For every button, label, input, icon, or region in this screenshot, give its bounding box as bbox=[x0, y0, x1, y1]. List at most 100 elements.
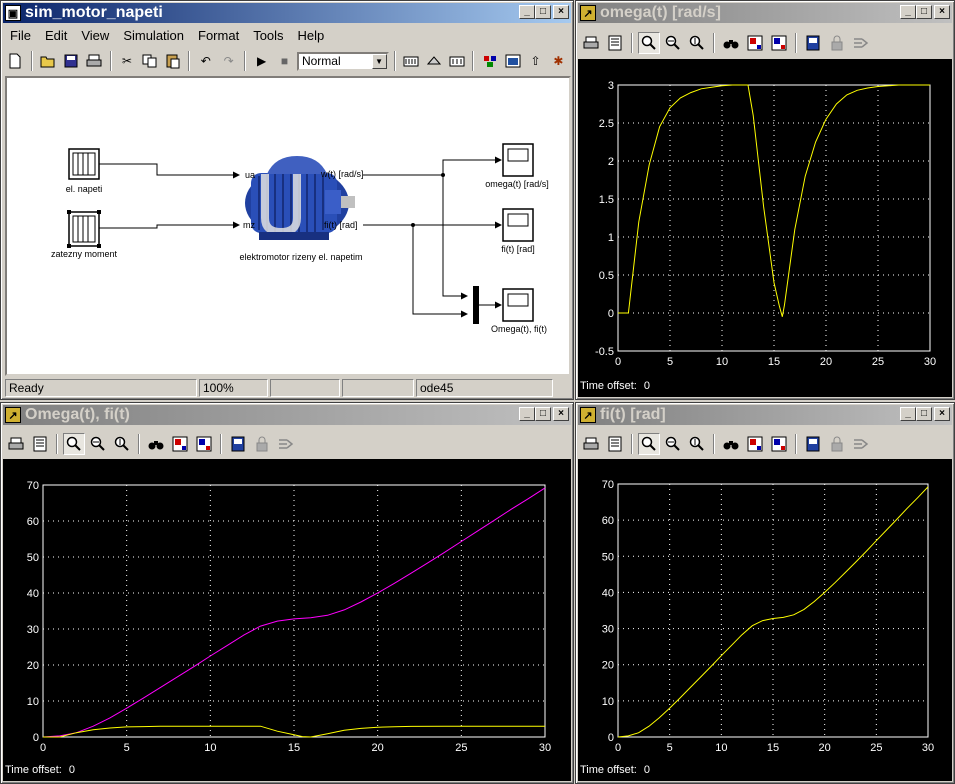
parameters-icon[interactable] bbox=[604, 32, 626, 54]
y-tick-label: 2.5 bbox=[599, 118, 614, 130]
close-button[interactable]: × bbox=[553, 5, 569, 19]
start-simulation-icon[interactable]: ▶ bbox=[251, 50, 272, 72]
minimize-button[interactable]: _ bbox=[900, 5, 916, 19]
autoscale-icon[interactable] bbox=[720, 433, 742, 455]
print-icon[interactable] bbox=[5, 433, 27, 455]
lock-axes-icon[interactable] bbox=[251, 433, 273, 455]
simulation-mode-select[interactable]: Normal ▼ bbox=[296, 51, 389, 71]
zoom-x-icon[interactable] bbox=[87, 433, 109, 455]
stop-simulation-icon[interactable]: ■ bbox=[274, 50, 295, 72]
build-subsystem-icon[interactable] bbox=[446, 50, 467, 72]
lock-axes-icon[interactable] bbox=[826, 32, 848, 54]
scope-block-both[interactable] bbox=[502, 288, 534, 322]
restore-axes-icon[interactable] bbox=[768, 433, 790, 455]
undo-icon[interactable]: ↶ bbox=[195, 50, 216, 72]
menu-file[interactable]: File bbox=[3, 28, 38, 43]
minimize-button[interactable]: _ bbox=[900, 407, 916, 421]
x-tick-label: 30 bbox=[924, 356, 936, 368]
cut-icon[interactable]: ✂ bbox=[117, 50, 138, 72]
time-offset-value: 0 bbox=[643, 764, 651, 776]
menu-simulation[interactable]: Simulation bbox=[116, 28, 191, 43]
scope-omega-chart[interactable]: 0 5 10 15 20 25 30-0.500.511.522.53 bbox=[578, 59, 952, 377]
zoom-x-icon[interactable] bbox=[662, 433, 684, 455]
floating-scope-icon[interactable] bbox=[227, 433, 249, 455]
parameters-icon[interactable] bbox=[604, 433, 626, 455]
menu-edit[interactable]: Edit bbox=[38, 28, 74, 43]
close-button[interactable]: × bbox=[934, 407, 950, 421]
restore-axes-icon[interactable] bbox=[193, 433, 215, 455]
maximize-button[interactable]: □ bbox=[535, 407, 551, 421]
scope-both-chart[interactable]: 0 5 10 15 20 25 30 0 10 20 30 40 50 60 70 bbox=[3, 459, 571, 761]
print-icon[interactable] bbox=[580, 433, 602, 455]
scope-block-fi[interactable] bbox=[502, 208, 534, 242]
save-axes-icon[interactable] bbox=[169, 433, 191, 455]
open-folder-icon[interactable] bbox=[38, 50, 59, 72]
save-icon[interactable] bbox=[61, 50, 82, 72]
signal-line-voltage[interactable] bbox=[99, 163, 240, 179]
maximize-button[interactable]: □ bbox=[916, 407, 932, 421]
model-explorer-icon[interactable] bbox=[502, 50, 523, 72]
build-icon[interactable] bbox=[401, 50, 422, 72]
x-tick-label: 0 bbox=[40, 742, 46, 754]
new-model-icon[interactable] bbox=[5, 50, 26, 72]
x-tick-label: 25 bbox=[872, 356, 884, 368]
menu-format[interactable]: Format bbox=[191, 28, 246, 43]
minimize-button[interactable]: _ bbox=[519, 5, 535, 19]
close-button[interactable]: × bbox=[934, 5, 950, 19]
y-tick-label: 60 bbox=[27, 516, 39, 528]
menu-help[interactable]: Help bbox=[291, 28, 332, 43]
zoom-icon[interactable] bbox=[638, 433, 660, 455]
simulation-mode-value: Normal bbox=[301, 54, 341, 68]
library-browser-icon[interactable] bbox=[479, 50, 500, 72]
floating-scope-icon[interactable] bbox=[802, 433, 824, 455]
signal-line-omega-mux[interactable] bbox=[442, 175, 468, 300]
signal-line-omega[interactable] bbox=[363, 156, 502, 176]
signal-line-load[interactable] bbox=[99, 221, 240, 229]
paste-icon[interactable] bbox=[162, 50, 183, 72]
zoom-y-icon[interactable] bbox=[111, 433, 133, 455]
signal-selector-icon[interactable] bbox=[275, 433, 297, 455]
zoom-icon[interactable] bbox=[63, 433, 85, 455]
scope-both-titlebar[interactable]: ↗ Omega(t), fi(t) _ □ × bbox=[3, 405, 571, 425]
menu-view[interactable]: View bbox=[74, 28, 116, 43]
floating-scope-icon[interactable] bbox=[802, 32, 824, 54]
signal-line-fi-mux[interactable] bbox=[412, 225, 468, 318]
signal-selector-icon[interactable] bbox=[850, 433, 872, 455]
signal-selector-icon[interactable] bbox=[850, 32, 872, 54]
zoom-y-icon[interactable] bbox=[686, 32, 708, 54]
simulink-titlebar[interactable]: ▣ sim_motor_napeti _ □ × bbox=[3, 3, 571, 23]
save-axes-icon[interactable] bbox=[744, 32, 766, 54]
source-block-load[interactable] bbox=[67, 210, 101, 248]
lock-axes-icon[interactable] bbox=[826, 433, 848, 455]
autoscale-icon[interactable] bbox=[720, 32, 742, 54]
zoom-y-icon[interactable] bbox=[686, 433, 708, 455]
restore-axes-icon[interactable] bbox=[768, 32, 790, 54]
parameters-icon[interactable] bbox=[29, 433, 51, 455]
chevron-down-icon[interactable]: ▼ bbox=[371, 53, 387, 69]
maximize-button[interactable]: □ bbox=[916, 5, 932, 19]
scope-omega-titlebar[interactable]: ↗ omega(t) [rad/s] _ □ × bbox=[578, 3, 952, 23]
print-icon[interactable] bbox=[580, 32, 602, 54]
menu-tools[interactable]: Tools bbox=[246, 28, 290, 43]
scope-fi-titlebar[interactable]: ↗ fi(t) [rad] _ □ × bbox=[578, 405, 952, 425]
go-to-parent-icon[interactable]: ⇧ bbox=[525, 50, 546, 72]
update-diagram-icon[interactable] bbox=[423, 50, 444, 72]
maximize-button[interactable]: □ bbox=[535, 5, 551, 19]
source-label-load: zatezny moment bbox=[51, 249, 118, 259]
redo-icon[interactable]: ↷ bbox=[218, 50, 239, 72]
close-button[interactable]: × bbox=[553, 407, 569, 421]
y-tick-label: 1 bbox=[608, 232, 614, 244]
debug-icon[interactable]: ✱ bbox=[548, 50, 569, 72]
autoscale-icon[interactable] bbox=[145, 433, 167, 455]
mux-block[interactable] bbox=[473, 286, 479, 324]
scope-block-omega[interactable] bbox=[502, 143, 534, 177]
zoom-icon[interactable] bbox=[638, 32, 660, 54]
copy-icon[interactable] bbox=[140, 50, 161, 72]
source-block-voltage[interactable] bbox=[68, 148, 100, 180]
scope-fi-chart[interactable]: 0 5 10 15 20 25 30 0 10 20 30 40 50 60 70 bbox=[578, 459, 952, 761]
save-axes-icon[interactable] bbox=[744, 433, 766, 455]
model-canvas[interactable]: el. napeti zatezny moment ua mz w(t) [ra… bbox=[5, 76, 571, 376]
zoom-x-icon[interactable] bbox=[662, 32, 684, 54]
print-icon[interactable] bbox=[84, 50, 105, 72]
minimize-button[interactable]: _ bbox=[519, 407, 535, 421]
